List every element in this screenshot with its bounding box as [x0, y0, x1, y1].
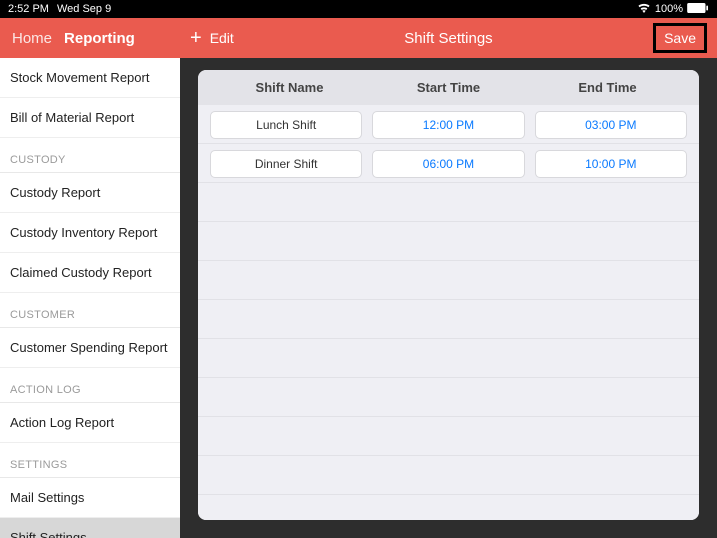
status-time: 2:52 PM — [8, 3, 49, 15]
sidebar-body[interactable]: Stock Movement ReportBill of Material Re… — [0, 58, 180, 538]
content-header: + Edit Shift Settings Save — [180, 18, 717, 58]
table-row: Lunch Shift 12:00 PM 03:00 PM — [198, 105, 699, 144]
sidebar-item[interactable]: Mail Settings — [0, 478, 180, 518]
battery-icon — [687, 3, 709, 16]
sidebar-title: Reporting — [64, 30, 135, 47]
table-body: Lunch Shift 12:00 PM 03:00 PM Dinner Shift 0… — [198, 105, 699, 520]
battery-percent: 100% — [655, 3, 683, 15]
page-title: Shift Settings — [404, 30, 492, 47]
start-time-input[interactable]: 06:00 PM — [372, 150, 524, 178]
status-bar: 2:52 PM Wed Sep 9 100% — [0, 0, 717, 18]
sidebar-item[interactable]: Bill of Material Report — [0, 98, 180, 138]
content-body: Shift Name Start Time End Time Lunch Shi… — [198, 70, 699, 520]
end-time-input[interactable]: 10:00 PM — [535, 150, 687, 178]
shift-name-input[interactable]: Lunch Shift — [210, 111, 362, 139]
home-link[interactable]: Home — [12, 30, 52, 47]
end-time-input[interactable]: 03:00 PM — [535, 111, 687, 139]
wifi-icon — [637, 3, 651, 16]
sidebar-item[interactable]: Shift Settings — [0, 518, 180, 538]
save-button[interactable]: Save — [653, 23, 707, 53]
sidebar-header: Home Reporting — [0, 18, 180, 58]
sidebar-section-header: SETTINGS — [0, 443, 180, 478]
status-date: Wed Sep 9 — [57, 3, 111, 15]
sidebar-item[interactable]: Customer Spending Report — [0, 328, 180, 368]
shift-name-input[interactable]: Dinner Shift — [210, 150, 362, 178]
col-header-end: End Time — [528, 80, 687, 95]
sidebar-section-header: ACTION LOG — [0, 368, 180, 403]
table-header-row: Shift Name Start Time End Time — [198, 70, 699, 105]
content-pane: + Edit Shift Settings Save Shift Name St… — [180, 18, 717, 538]
sidebar-item[interactable]: Custody Inventory Report — [0, 213, 180, 253]
col-header-start: Start Time — [369, 80, 528, 95]
start-time-input[interactable]: 12:00 PM — [372, 111, 524, 139]
sidebar-item[interactable]: Action Log Report — [0, 403, 180, 443]
sidebar-item[interactable]: Custody Report — [0, 173, 180, 213]
sidebar: Home Reporting Stock Movement ReportBill… — [0, 18, 180, 538]
table-row: Dinner Shift 06:00 PM 10:00 PM — [198, 144, 699, 183]
plus-icon: + — [190, 28, 202, 48]
sidebar-section-header: CUSTODY — [0, 138, 180, 173]
edit-button[interactable]: + Edit — [190, 28, 234, 48]
sidebar-section-header: CUSTOMER — [0, 293, 180, 328]
sidebar-item[interactable]: Claimed Custody Report — [0, 253, 180, 293]
sidebar-item[interactable]: Stock Movement Report — [0, 58, 180, 98]
edit-label: Edit — [210, 30, 234, 46]
col-header-name: Shift Name — [210, 80, 369, 95]
